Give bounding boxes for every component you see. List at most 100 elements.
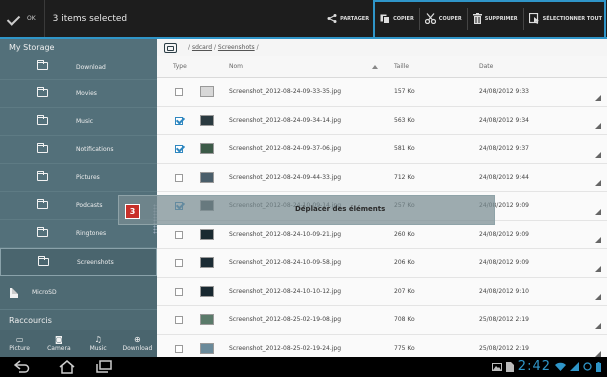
shortcut-label: Picture xyxy=(9,345,30,352)
row-checkbox[interactable] xyxy=(175,344,183,353)
sidebar-item-screenshots[interactable]: Screenshots xyxy=(0,248,157,276)
column-name[interactable]: Nom xyxy=(229,63,243,70)
image-thumbnail-icon xyxy=(200,342,214,354)
row-menu-corner-icon[interactable] xyxy=(595,151,601,158)
sidebar-item-movies[interactable]: Movies xyxy=(0,80,157,108)
delete-label: SUPPRIMER xyxy=(484,15,518,22)
file-size: 775 Ko xyxy=(394,344,415,352)
file-date: 24/08/2012 9:34 xyxy=(479,116,529,124)
row-checkbox[interactable] xyxy=(175,116,183,125)
table-row[interactable]: Screenshot_2012-08-25-02-19-24.jpg 775 Ko… xyxy=(157,335,607,357)
sidebar-item-music[interactable]: Music xyxy=(0,108,157,136)
row-checkbox[interactable] xyxy=(175,88,183,96)
sidebar-item-microsd[interactable]: MicroSD xyxy=(0,276,157,310)
trash-icon xyxy=(472,13,482,24)
camera-icon: ◙ xyxy=(54,335,63,344)
back-icon[interactable] xyxy=(14,360,30,373)
shortcut-picture[interactable]: ▭ Picture xyxy=(2,330,38,357)
folder-icon xyxy=(36,171,48,181)
row-checkbox[interactable] xyxy=(175,145,183,153)
file-date: 25/08/2012 2:19 xyxy=(479,344,529,352)
sd-card-icon xyxy=(10,287,18,298)
recent-apps-icon[interactable] xyxy=(96,360,112,373)
row-menu-corner-icon[interactable] xyxy=(595,123,601,129)
picture-icon: ▭ xyxy=(15,335,24,344)
file-size: 563 Ko xyxy=(394,116,415,124)
column-size[interactable]: Taille xyxy=(394,63,409,70)
file-size: 260 Ko xyxy=(394,230,415,238)
move-items-hint: Déplacer des éléments xyxy=(295,205,386,213)
breadcrumb-sdcard[interactable]: sdcard xyxy=(192,44,212,51)
storage-home-icon[interactable] xyxy=(164,42,177,53)
copy-label: COPIER xyxy=(393,15,414,22)
file-date: 24/08/2012 9:10 xyxy=(479,287,529,295)
music-icon: ♫ xyxy=(94,335,102,344)
sidebar-item-label: Download xyxy=(76,64,106,71)
copy-button[interactable]: COPIER xyxy=(375,0,419,37)
image-thumbnail-icon xyxy=(200,285,214,297)
row-checkbox[interactable] xyxy=(175,259,183,267)
file-name: Screenshot_2012-08-24-09-33-35.jpg xyxy=(229,88,342,95)
status-area[interactable]: 2:42 xyxy=(491,359,601,374)
image-thumbnail-icon xyxy=(200,86,214,97)
shortcut-camera[interactable]: ◙ Camera xyxy=(41,330,77,357)
table-row[interactable]: Screenshot_2012-08-24-09-33-35.jpg 157 Ko… xyxy=(157,78,607,107)
sidebar-item-pictures[interactable]: Pictures xyxy=(0,164,157,192)
sidebar-item-label: Pictures xyxy=(76,174,100,181)
ok-button[interactable]: OK xyxy=(0,0,45,37)
file-date: 24/08/2012 9:09 xyxy=(479,230,529,238)
row-menu-corner-icon[interactable] xyxy=(595,94,601,101)
file-name: Screenshot_2012-08-25-02-19-08.jpg xyxy=(229,316,342,323)
file-name: Screenshot_2012-08-25-02-19-24.jpg xyxy=(229,344,342,352)
file-name: Screenshot_2012-08-24-09-34-14.jpg xyxy=(229,116,342,124)
table-row[interactable]: Screenshot_2012-08-24-09-37-06.jpg 581 Ko… xyxy=(157,135,607,164)
image-notification-icon xyxy=(491,362,502,371)
row-menu-corner-icon[interactable] xyxy=(595,322,601,329)
sidebar-item-notifications[interactable]: Notifications xyxy=(0,136,157,164)
select-all-button[interactable]: SÉLECTIONNER TOUT xyxy=(524,0,607,37)
breadcrumb-separator: / xyxy=(213,44,216,51)
image-thumbnail-icon xyxy=(200,228,214,240)
row-menu-corner-icon[interactable] xyxy=(595,237,601,243)
table-row[interactable]: Screenshot_2012-08-25-02-19-08.jpg 708 Ko… xyxy=(157,306,607,335)
breadcrumb-screenshots[interactable]: Screenshots xyxy=(218,44,255,51)
column-date[interactable]: Date xyxy=(479,63,493,70)
breadcrumb-separator: / xyxy=(188,44,191,51)
file-date: 24/08/2012 9:44 xyxy=(479,173,529,181)
shortcut-label: Download xyxy=(122,345,153,352)
shortcut-music[interactable]: ♫ Music xyxy=(80,330,116,357)
share-icon xyxy=(327,14,337,23)
table-row[interactable]: Screenshot_2012-08-24-10-10-12.jpg 207 Ko… xyxy=(157,278,607,306)
table-row[interactable]: Screenshot_2012-08-24-09-34-14.jpg 563 Ko… xyxy=(157,107,607,135)
row-checkbox[interactable] xyxy=(175,230,183,239)
selection-count-title: 3 items selected xyxy=(52,13,128,24)
file-size: 157 Ko xyxy=(394,88,415,95)
file-name: Screenshot_2012-08-24-09-44-33.jpg xyxy=(229,173,342,181)
table-row[interactable]: Screenshot_2012-08-24-10-09-58.jpg 206 Ko… xyxy=(157,249,607,278)
row-checkbox[interactable] xyxy=(175,287,183,296)
sidebar-item-label: Podcasts xyxy=(76,202,103,209)
action-bar: OK 3 items selected PARTAGER COPIER COUP… xyxy=(0,0,607,39)
shortcut-download[interactable]: ⊕ Download xyxy=(119,330,155,357)
row-checkbox[interactable] xyxy=(175,173,183,182)
cut-button[interactable]: COUPER xyxy=(420,0,467,37)
sidebar-item-download[interactable]: Download xyxy=(0,56,157,80)
column-type[interactable]: Type xyxy=(173,63,187,70)
drag-shadow: 3 Déplacer des éléments xyxy=(118,195,495,225)
row-menu-corner-icon[interactable] xyxy=(595,294,601,300)
shortcuts-bar: ▭ Picture ◙ Camera ♫ Music ⊕ Download xyxy=(0,330,157,357)
row-checkbox[interactable] xyxy=(175,316,183,324)
share-button[interactable]: PARTAGER xyxy=(322,0,374,37)
folder-icon xyxy=(37,256,49,266)
table-row[interactable]: Screenshot_2012-08-24-09-44-33.jpg 712 Ko… xyxy=(157,164,607,192)
row-menu-corner-icon[interactable] xyxy=(595,208,601,215)
shortcut-label: Music xyxy=(89,345,107,352)
checkmark-icon xyxy=(8,14,22,24)
folder-icon xyxy=(36,115,48,125)
delete-button[interactable]: SUPPRIMER xyxy=(468,0,523,37)
row-menu-corner-icon[interactable] xyxy=(595,180,601,186)
home-icon[interactable] xyxy=(59,360,75,374)
file-date: 25/08/2012 2:19 xyxy=(479,316,529,323)
row-menu-corner-icon[interactable] xyxy=(595,265,601,272)
file-date: 24/08/2012 9:37 xyxy=(479,145,529,152)
